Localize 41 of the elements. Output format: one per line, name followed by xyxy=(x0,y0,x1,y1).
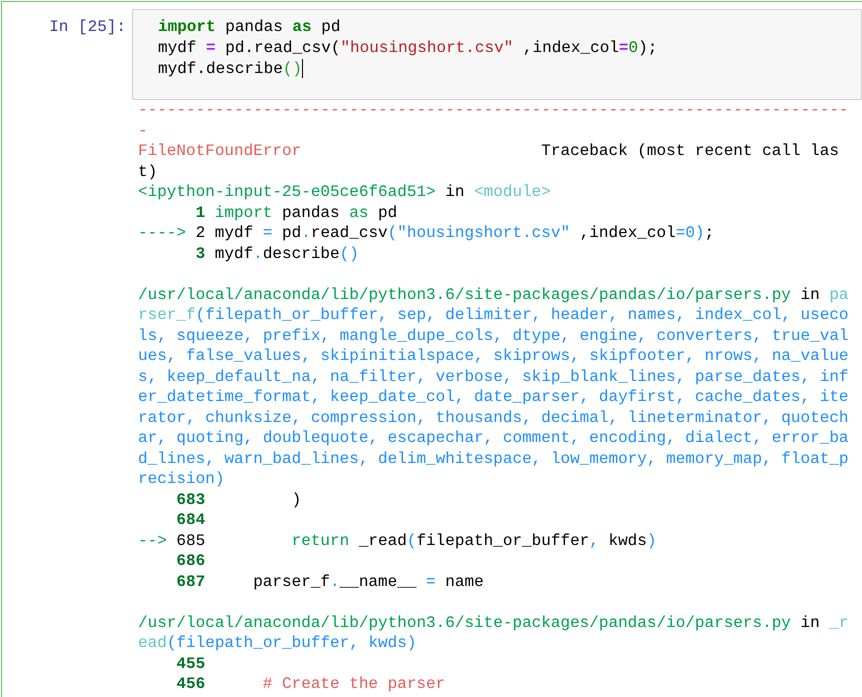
traceback-line: /usr/local/anaconda/lib/python3.6/site-packages/pandas/io/parsers.py in pa xyxy=(138,284,850,305)
source-code: mydf = pd.read_csv("housingshort.csv" ,index_col=0); xyxy=(214,224,714,242)
traceback-line: ues, false_values, skipinitialspace, skiprows, skipfooter, nrows, na_value xyxy=(138,346,850,366)
traceback-line: ar, quoting, doublequote, escapechar, comment, encoding, dialect, error_ba xyxy=(138,428,850,448)
traceback-line: /usr/local/anaconda/lib/python3.6/site-packages/pandas/io/parsers.py in _r xyxy=(138,612,850,633)
traceback-line: recision) xyxy=(138,469,226,490)
source-code: parser_f.__name__ = name xyxy=(252,572,484,590)
line-number: 683 xyxy=(176,490,206,510)
source-code: import pandas as pd xyxy=(214,204,398,222)
line-number: 684 xyxy=(176,510,206,530)
line-number: 3 xyxy=(196,244,206,264)
line-number: 456 xyxy=(176,674,206,694)
current-line-arrow: ----> xyxy=(138,223,186,244)
traceback-line: rator, chunksize, compression, thousands, decimal, lineterminator, quotech xyxy=(138,408,850,428)
traceback-line: ls, squeeze, prefix, mangle_dupe_cols, dtype, engine, converters, true_val xyxy=(138,326,850,346)
source-code: # Create the parser xyxy=(262,675,446,693)
traceback-line: d_lines, warn_bad_lines, delim_whitespace, low_memory, memory_map, float_p xyxy=(138,448,850,469)
line-number: 1 xyxy=(196,202,206,223)
traceback-line: - xyxy=(138,120,149,141)
traceback-line: s, keep_default_na, na_filter, verbose, skip_blank_lines, parse_dates, inf xyxy=(138,366,850,387)
code-line: import pandas as pd xyxy=(158,17,342,38)
line-number: 686 xyxy=(176,551,206,572)
source-code: mydf.describe() xyxy=(214,244,359,262)
code-line: mydf = pd.read_csv("housingshort.csv" ,index_col=0); xyxy=(158,38,658,59)
source-code: ) xyxy=(290,490,302,508)
code-input-field[interactable]: import pandas as pd mydf = pd.read_csv("housingshort.csv" ,index_col=0); mydf.describe() xyxy=(132,9,862,100)
traceback-line: er_datetime_format, keep_date_col, date_parser, dayfirst, cache_dates, ite xyxy=(138,387,850,408)
line-number: 685 xyxy=(176,530,206,551)
traceback-line: ead(filepath_or_buffer, kwds) xyxy=(138,633,418,654)
traceback-line: FileNotFoundError Traceback (most recent call las xyxy=(138,141,840,162)
input-prompt: In [25]: xyxy=(48,17,127,38)
line-number: 455 xyxy=(176,654,206,674)
line-number: 687 xyxy=(176,572,206,592)
traceback-line: -------------------------------------------------------------------------- xyxy=(138,100,850,120)
source-code: return _read(filepath_or_buffer, kwds) xyxy=(290,532,656,550)
code-line: mydf.describe() xyxy=(158,59,304,80)
current-line-arrow: --> xyxy=(138,530,167,551)
traceback-line: rser_f(filepath_or_buffer, sep, delimiter, header, names, index_col, useco xyxy=(138,305,850,326)
traceback-line: t) xyxy=(138,162,158,182)
line-number: 2 xyxy=(196,223,206,244)
traceback-line: <ipython-input-25-e05ce6f6ad51> in <module> xyxy=(138,182,552,202)
